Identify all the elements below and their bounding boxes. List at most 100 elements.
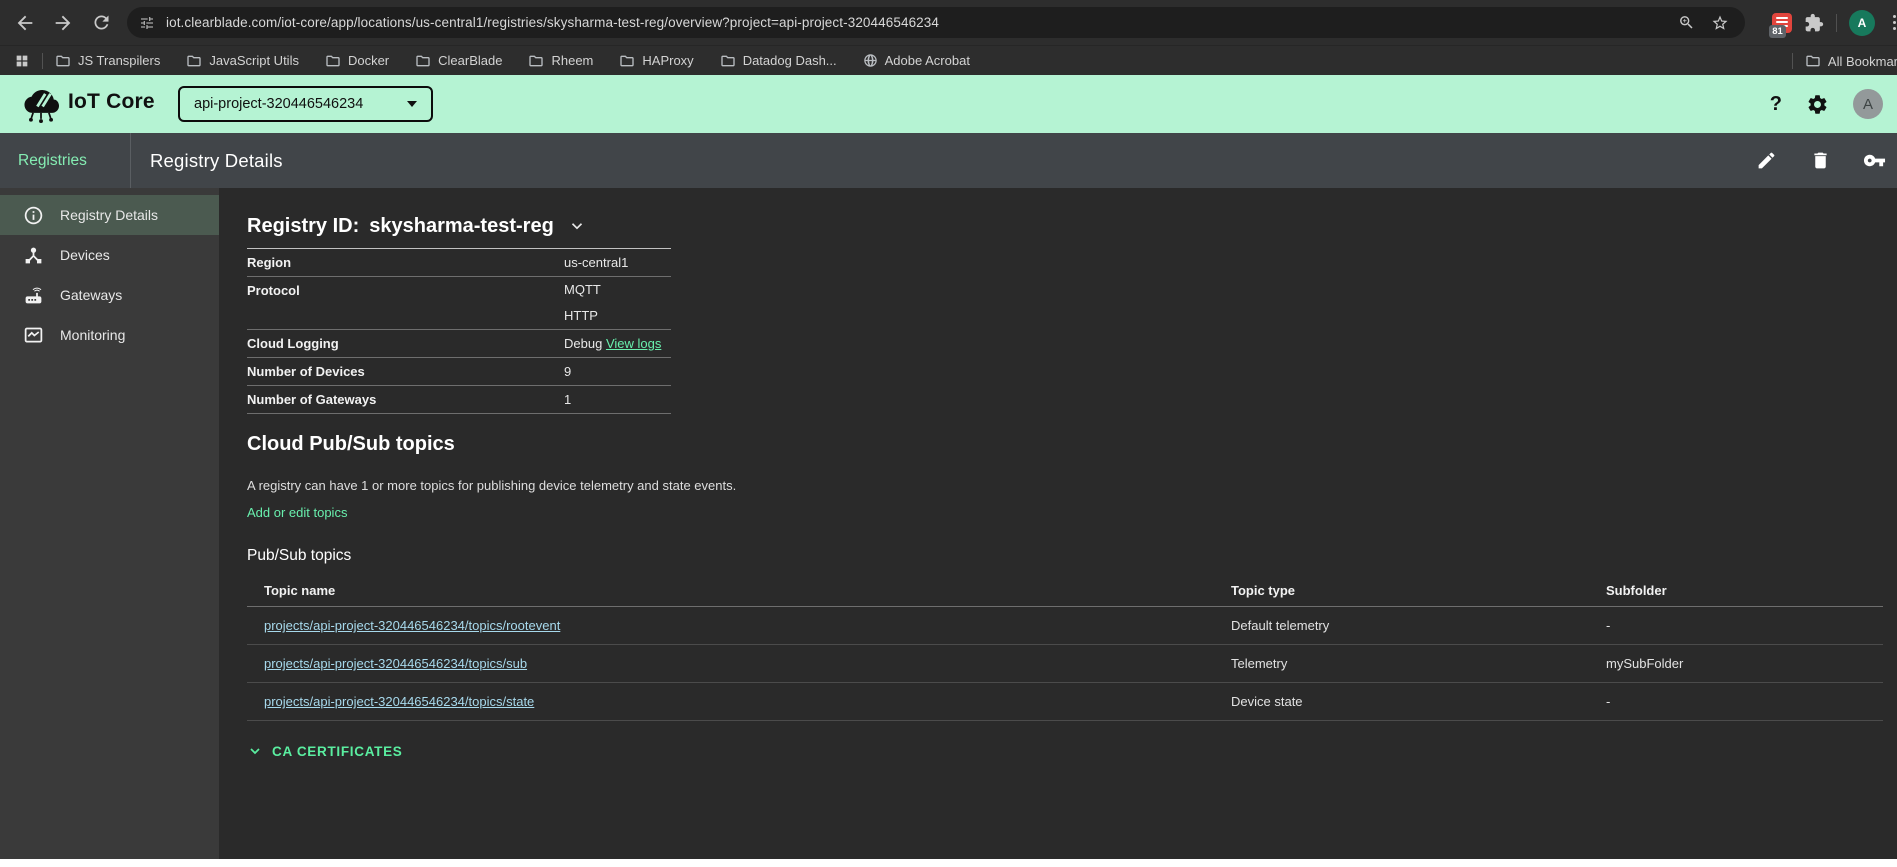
browser-menu-icon[interactable] — [1887, 10, 1897, 36]
toolbar-separator — [1836, 14, 1837, 32]
router-icon — [22, 285, 44, 306]
sidebar-item-devices[interactable]: Devices — [0, 235, 219, 275]
settings-gear-icon[interactable] — [1806, 93, 1829, 116]
detail-label: Cloud Logging — [247, 330, 564, 357]
app-header: IoT Core api-project-320446546234 ? A — [0, 75, 1897, 133]
forward-icon[interactable] — [44, 4, 82, 42]
bookmark-label: Docker — [348, 53, 389, 68]
url-text: iot.clearblade.com/iot-core/app/location… — [166, 15, 1678, 30]
help-icon[interactable]: ? — [1770, 93, 1782, 116]
extensions-puzzle-icon[interactable] — [1804, 13, 1824, 33]
breadcrumb-registries[interactable]: Registries — [18, 133, 87, 188]
topic-subfolder: mySubFolder — [1606, 656, 1883, 671]
detail-row-num-gateways: Number of Gateways 1 — [247, 386, 671, 414]
key-icon[interactable] — [1861, 148, 1887, 174]
sidebar-item-label: Monitoring — [60, 327, 125, 343]
edit-pencil-icon[interactable] — [1753, 148, 1779, 174]
sidebar-item-registry-details[interactable]: Registry Details — [0, 195, 219, 235]
calendar-extension-icon[interactable]: 81 — [1772, 13, 1792, 33]
detail-value: Debug — [564, 336, 602, 351]
topic-link-sub[interactable]: projects/api-project-320446546234/topics… — [264, 656, 527, 671]
all-bookmarks-label: All Bookmarks — [1828, 54, 1897, 69]
toolbar-divider — [130, 133, 131, 188]
extension-badge: 81 — [1769, 25, 1786, 38]
column-topic-name: Topic name — [247, 583, 1231, 598]
folder-icon — [186, 53, 202, 69]
bookmark-haproxy[interactable]: HAProxy — [619, 53, 693, 69]
project-selector-value: api-project-320446546234 — [194, 96, 363, 112]
site-info-icon[interactable] — [139, 15, 155, 31]
bookmark-datadog-dash[interactable]: Datadog Dash... — [720, 53, 837, 69]
device-hub-icon — [22, 245, 44, 266]
reload-icon[interactable] — [82, 4, 120, 42]
pubsub-table: Topic name Topic type Subfolder projects… — [247, 575, 1883, 721]
pubsub-heading: Cloud Pub/Sub topics — [247, 432, 1897, 456]
bookmarks-separator — [42, 53, 43, 69]
topic-subfolder: - — [1606, 694, 1883, 709]
topic-type: Device state — [1231, 694, 1606, 709]
bookmark-star-icon[interactable] — [1711, 14, 1729, 32]
ca-certificates-label: CA CERTIFICATES — [272, 744, 403, 759]
folder-icon — [415, 53, 431, 69]
sidebar-item-label: Gateways — [60, 287, 122, 303]
delete-trash-icon[interactable] — [1807, 148, 1833, 174]
detail-value: 1 — [564, 386, 571, 413]
pubsub-table-header: Topic name Topic type Subfolder — [247, 575, 1883, 607]
apps-grid-icon[interactable] — [14, 53, 30, 69]
sidebar-item-monitoring[interactable]: Monitoring — [0, 315, 219, 355]
bookmark-rheem[interactable]: Rheem — [528, 53, 593, 69]
detail-value: 9 — [564, 358, 571, 385]
add-or-edit-topics-link[interactable]: Add or edit topics — [247, 505, 347, 520]
detail-label: Protocol — [247, 277, 564, 329]
registry-id-label: Registry ID: — [247, 214, 359, 238]
bookmark-label: Rheem — [551, 53, 593, 68]
bookmark-adobe-acrobat[interactable]: Adobe Acrobat — [863, 53, 970, 68]
table-row: projects/api-project-320446546234/topics… — [247, 645, 1883, 683]
folder-icon — [55, 53, 71, 69]
registry-id-value: skysharma-test-reg — [369, 214, 554, 238]
bookmark-label: Adobe Acrobat — [885, 53, 970, 68]
project-selector[interactable]: api-project-320446546234 — [178, 86, 433, 122]
view-logs-link[interactable]: View logs — [606, 336, 661, 351]
adobe-acrobat-icon — [863, 53, 878, 68]
topic-type: Telemetry — [1231, 656, 1606, 671]
table-row: projects/api-project-320446546234/topics… — [247, 683, 1883, 721]
bookmark-javascript-utils[interactable]: JavaScript Utils — [186, 53, 299, 69]
bookmark-clearblade[interactable]: ClearBlade — [415, 53, 502, 69]
folder-icon — [325, 53, 341, 69]
registry-id-heading: Registry ID: skysharma-test-reg — [247, 214, 671, 249]
bookmark-js-transpilers[interactable]: JS Transpilers — [55, 53, 160, 69]
folder-icon — [720, 53, 736, 69]
folder-icon — [1805, 53, 1821, 69]
back-icon[interactable] — [6, 4, 44, 42]
detail-value: us-central1 — [564, 249, 628, 276]
detail-row-cloud-logging: Cloud Logging Debug View logs — [247, 330, 671, 358]
topic-link-state[interactable]: projects/api-project-320446546234/topics… — [264, 694, 534, 709]
ca-certificates-toggle[interactable]: CA CERTIFICATES — [247, 743, 1897, 759]
user-avatar[interactable]: A — [1853, 89, 1883, 119]
detail-row-region: Region us-central1 — [247, 249, 671, 277]
detail-label: Number of Devices — [247, 358, 564, 385]
product-title: IoT Core — [68, 90, 155, 114]
bottom-strip — [0, 859, 1897, 867]
browser-avatar[interactable]: A — [1849, 10, 1875, 36]
sidebar: Registry Details Devices Gateways Monito… — [0, 188, 219, 859]
table-row: projects/api-project-320446546234/topics… — [247, 607, 1883, 645]
topic-link-rootevent[interactable]: projects/api-project-320446546234/topics… — [264, 618, 560, 633]
detail-value: MQTT — [564, 277, 601, 303]
detail-label: Number of Gateways — [247, 386, 564, 413]
sidebar-item-label: Registry Details — [60, 207, 158, 223]
all-bookmarks[interactable]: All Bookmarks — [1805, 53, 1897, 69]
bookmark-label: JavaScript Utils — [209, 53, 299, 68]
url-bar[interactable]: iot.clearblade.com/iot-core/app/location… — [127, 7, 1745, 38]
bookmarks-bar: JS Transpilers JavaScript Utils Docker C… — [0, 45, 1897, 75]
bookmark-label: Datadog Dash... — [743, 53, 837, 68]
sidebar-item-label: Devices — [60, 247, 110, 263]
chevron-down-icon[interactable] — [568, 217, 586, 235]
bookmark-label: HAProxy — [642, 53, 693, 68]
bookmark-docker[interactable]: Docker — [325, 53, 389, 69]
page-toolbar: Registries Registry Details — [0, 133, 1897, 188]
sidebar-item-gateways[interactable]: Gateways — [0, 275, 219, 315]
topic-subfolder: - — [1606, 618, 1883, 633]
zoom-icon[interactable] — [1678, 14, 1695, 31]
